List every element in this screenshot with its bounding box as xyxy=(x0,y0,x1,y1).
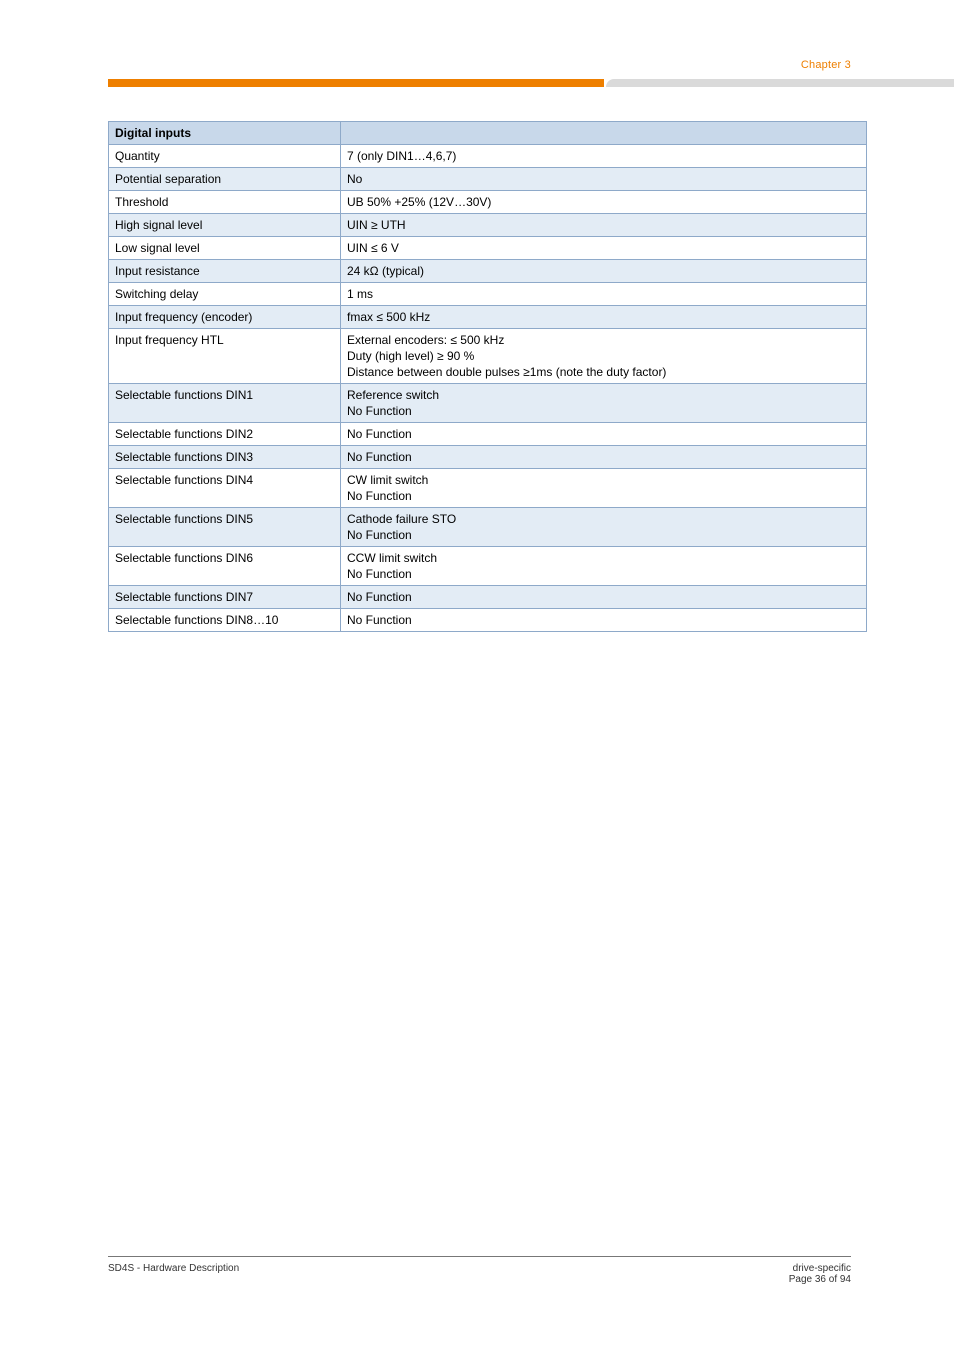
row-key: Low signal level xyxy=(109,237,341,260)
row-key: Selectable functions DIN7 xyxy=(109,586,341,609)
row-key: Input resistance xyxy=(109,260,341,283)
row-key: High signal level xyxy=(109,214,341,237)
row-val: UIN ≥ UTH xyxy=(341,214,867,237)
footer-left: SD4S - Hardware Description xyxy=(108,1263,239,1285)
row-key: Threshold xyxy=(109,191,341,214)
row-key: Switching delay xyxy=(109,283,341,306)
row-key: Selectable functions DIN5 xyxy=(109,508,341,547)
footer-right: drive-specific Page 36 of 94 xyxy=(789,1263,851,1285)
footer: SD4S - Hardware Description drive-specif… xyxy=(108,1256,851,1285)
content: Digital inputs Quantity7 (only DIN1…4,6,… xyxy=(108,121,866,632)
row-val: Cathode failure STONo Function xyxy=(341,508,867,547)
row-key: Selectable functions DIN6 xyxy=(109,547,341,586)
spec-table: Digital inputs Quantity7 (only DIN1…4,6,… xyxy=(108,121,867,632)
row-key: Selectable functions DIN2 xyxy=(109,423,341,446)
row-key: Input frequency HTL xyxy=(109,329,341,384)
row-val: Reference switchNo Function xyxy=(341,384,867,423)
header-rule-grey xyxy=(606,79,954,87)
row-val: fmax ≤ 500 kHz xyxy=(341,306,867,329)
row-key: Selectable functions DIN1 xyxy=(109,384,341,423)
row-val: CCW limit switchNo Function xyxy=(341,547,867,586)
group-title: Digital inputs xyxy=(109,122,341,145)
row-val: UB 50% +25% (12V…30V) xyxy=(341,191,867,214)
row-val: UIN ≤ 6 V xyxy=(341,237,867,260)
row-key: Selectable functions DIN8…10 xyxy=(109,609,341,632)
row-key: Selectable functions DIN3 xyxy=(109,446,341,469)
section-number: Chapter 3 xyxy=(801,59,851,71)
row-key: Potential separation xyxy=(109,168,341,191)
row-val: No Function xyxy=(341,586,867,609)
footer-right-line1: drive-specific xyxy=(789,1263,851,1274)
row-val: No Function xyxy=(341,423,867,446)
row-val: External encoders: ≤ 500 kHzDuty (high l… xyxy=(341,329,867,384)
header-rule xyxy=(108,77,954,89)
row-val: No Function xyxy=(341,609,867,632)
header-rule-orange xyxy=(108,79,604,87)
row-val: 7 (only DIN1…4,6,7) xyxy=(341,145,867,168)
row-val: CW limit switchNo Function xyxy=(341,469,867,508)
footer-right-line2: Page 36 of 94 xyxy=(789,1274,851,1285)
row-val: 24 kΩ (typical) xyxy=(341,260,867,283)
row-val: No Function xyxy=(341,446,867,469)
group-title-spacer xyxy=(341,122,867,145)
row-key: Selectable functions DIN4 xyxy=(109,469,341,508)
row-key: Input frequency (encoder) xyxy=(109,306,341,329)
row-key: Quantity xyxy=(109,145,341,168)
row-val: 1 ms xyxy=(341,283,867,306)
row-val: No xyxy=(341,168,867,191)
